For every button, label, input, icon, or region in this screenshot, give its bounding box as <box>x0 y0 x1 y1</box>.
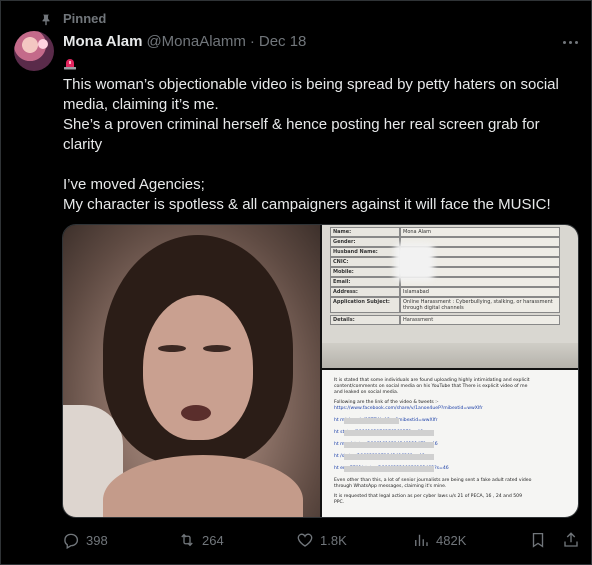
form-label: Details: <box>330 315 400 325</box>
form-label: Name: <box>330 227 400 237</box>
repost-count: 264 <box>202 532 224 548</box>
repost-button[interactable]: 264 <box>178 531 224 549</box>
form-value: Harassment <box>400 315 560 325</box>
form-label: Application Subject: <box>330 297 400 313</box>
views-count: 482K <box>436 532 467 548</box>
views-chart-icon <box>415 534 428 546</box>
letter-line: through WhatsApp messages, claiming it's… <box>334 484 447 489</box>
form-label: Email: <box>330 277 400 287</box>
like-count: 1.8K <box>320 532 347 548</box>
tweet-line: clarity <box>63 136 103 153</box>
share-icon <box>564 532 578 547</box>
heart-icon <box>297 533 313 547</box>
letter-line: content/comments on social media on his … <box>334 384 528 389</box>
tweet-date[interactable]: Dec 18 <box>259 33 307 50</box>
reply-icon <box>64 533 79 549</box>
tweet-line: media, claiming it’s me. <box>63 96 219 113</box>
share-button[interactable] <box>562 531 580 549</box>
form-label: Address: <box>330 287 400 297</box>
bookmark-icon <box>532 532 544 548</box>
tweet-line: She’s a proven criminal herself & hence … <box>63 116 540 133</box>
pinned-indicator: Pinned <box>39 11 106 26</box>
letter-line: It is stated that some individuals are f… <box>334 378 530 383</box>
reply-count: 398 <box>86 532 108 548</box>
form-value: Online Harassment : Cyberbullying, stalk… <box>400 297 560 313</box>
like-button[interactable]: 1.8K <box>296 531 347 549</box>
media-photo-complaint-form[interactable]: Name: Mona Alam Gender: Husband Name: CNI… <box>322 225 578 368</box>
letter-link: https://www.facebook.com/share/v/1anoe4u… <box>334 406 483 411</box>
tweet-card[interactable]: Pinned Mona Alam @MonaAlamm · Dec 18 Thi… <box>0 0 592 565</box>
letter-line: It is requested that legal action as per… <box>334 494 523 499</box>
media-grid: Name: Mona Alam Gender: Husband Name: CNI… <box>62 224 579 518</box>
media-photo-woman[interactable] <box>63 225 320 517</box>
avatar[interactable] <box>14 31 54 71</box>
tweet-header: Mona Alam @MonaAlamm · Dec 18 <box>63 33 306 50</box>
header-separator: · <box>249 33 255 50</box>
form-label: CNIC: <box>330 257 400 267</box>
form-value: Mona Alam <box>400 227 560 237</box>
media-photo-complaint-letter[interactable]: It is stated that some individuals are f… <box>322 370 578 517</box>
tweet-line: This woman’s objectionable video is bein… <box>63 76 559 93</box>
pin-icon <box>42 14 50 25</box>
tweet-line: I’ve moved Agencies; <box>63 176 205 193</box>
tweet-text: This woman’s objectionable video is bein… <box>63 75 578 215</box>
bookmark-button[interactable] <box>529 531 547 549</box>
rotating-light-icon <box>64 59 76 70</box>
letter-line: and leaked on social media. <box>334 390 399 395</box>
letter-line: PPC. <box>334 500 345 505</box>
form-value: Islamabad <box>400 287 560 297</box>
form-label: Husband Name: <box>330 247 400 257</box>
reply-button[interactable]: 398 <box>62 531 108 549</box>
form-label: Gender: <box>330 237 400 247</box>
more-options-icon[interactable] <box>557 31 583 53</box>
form-label: Mobile: <box>330 267 400 277</box>
action-bar: 398 264 1.8K 482K <box>62 529 582 551</box>
pinned-label: Pinned <box>63 11 107 26</box>
views-button[interactable]: 482K <box>412 531 466 549</box>
tweet-line: My character is spotless & all campaigne… <box>63 196 551 213</box>
author-name[interactable]: Mona Alam <box>63 33 142 50</box>
letter-line: Even other than this, a lot of senior jo… <box>334 478 532 483</box>
letter-line: Following are the link of the video & tw… <box>334 400 439 405</box>
author-handle[interactable]: @MonaAlamm <box>146 33 245 50</box>
repost-icon <box>181 533 193 547</box>
